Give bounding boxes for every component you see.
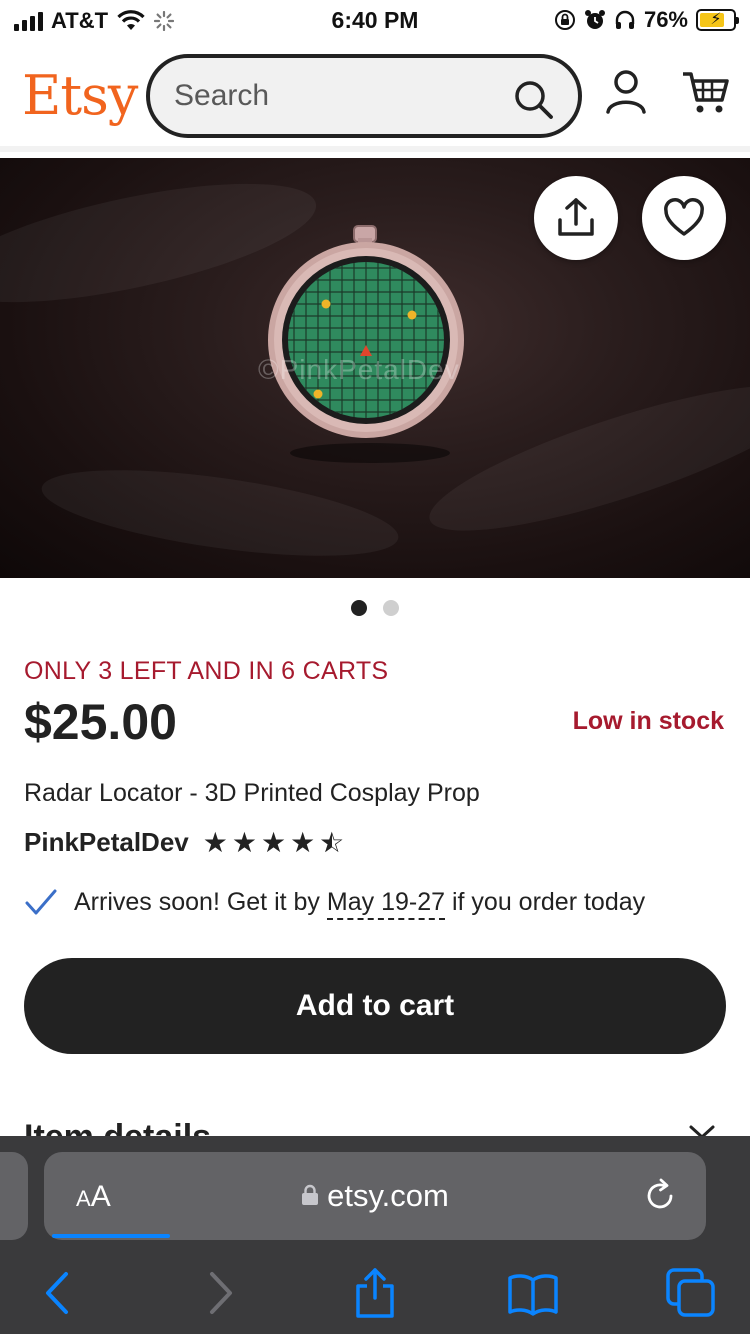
- low-stock-label: Low in stock: [572, 707, 724, 735]
- lock-icon: [302, 1184, 319, 1205]
- status-bar: AT&T 6:40 PM 76% ⚡: [0, 0, 750, 42]
- rating-stars[interactable]: ★★★★☆★: [203, 826, 345, 859]
- search-icon[interactable]: [512, 78, 556, 122]
- bookmarks-icon[interactable]: [506, 1266, 560, 1320]
- star-full-icon: ★: [260, 827, 287, 858]
- shop-row[interactable]: PinkPetalDev ★★★★☆★: [24, 826, 344, 859]
- cart-icon[interactable]: [680, 66, 732, 118]
- page-load-progress: [52, 1234, 170, 1238]
- delivery-suffix: if you order today: [451, 887, 646, 916]
- status-right: 76% ⚡: [554, 7, 739, 33]
- share-sheet-icon[interactable]: [348, 1266, 402, 1320]
- delivery-prefix: Arrives soon! Get it by: [74, 887, 320, 916]
- browser-nav-bar: [0, 1266, 750, 1322]
- search-input[interactable]: [174, 76, 494, 116]
- product-price: $25.00: [24, 694, 177, 750]
- headphones-icon: [615, 10, 635, 29]
- battery-icon: ⚡: [696, 9, 739, 31]
- app-header: Etsy: [0, 42, 750, 152]
- star-full-icon: ★: [231, 827, 257, 858]
- rotation-lock-icon: [554, 10, 575, 30]
- search-bar[interactable]: [146, 54, 582, 138]
- carousel-dot[interactable]: [383, 600, 399, 616]
- back-icon[interactable]: [32, 1266, 86, 1320]
- checkmark-icon: [25, 889, 57, 915]
- image-watermark: ©PinkPetalDev: [258, 354, 460, 385]
- add-to-cart-button[interactable]: Add to cart: [24, 958, 726, 1054]
- heart-icon: [664, 198, 704, 236]
- account-icon[interactable]: [600, 66, 652, 118]
- url-text: etsy.com: [327, 1178, 449, 1213]
- delivery-estimate: Arrives soon! Get it by May 19-27 if you…: [24, 887, 646, 920]
- reload-icon[interactable]: [640, 1176, 680, 1216]
- url-display[interactable]: etsy.com: [44, 1178, 706, 1214]
- stock-alert: ONLY 3 LEFT AND IN 6 CARTS: [24, 657, 389, 685]
- forward-icon[interactable]: [192, 1266, 246, 1320]
- star-full-icon: ★: [202, 827, 228, 858]
- charging-bolt-icon: ⚡: [710, 11, 722, 28]
- favorite-button[interactable]: [642, 176, 726, 260]
- etsy-logo[interactable]: Etsy: [22, 64, 138, 127]
- address-bar[interactable]: AA etsy.com: [44, 1152, 706, 1240]
- product-title: Radar Locator - 3D Printed Cosplay Prop: [24, 779, 480, 807]
- delivery-dates-link[interactable]: May 19-27: [326, 887, 446, 920]
- shop-name[interactable]: PinkPetalDev: [24, 827, 189, 858]
- alarm-icon: [584, 10, 605, 29]
- star-half-icon: ☆★: [319, 827, 345, 858]
- product-image[interactable]: ©PinkPetalDev: [0, 158, 750, 578]
- share-button[interactable]: [534, 176, 618, 260]
- battery-percent: 76%: [643, 7, 688, 32]
- star-full-icon: ★: [290, 827, 316, 858]
- previous-tab-preview[interactable]: [0, 1152, 28, 1240]
- share-icon: [558, 198, 594, 236]
- tabs-icon[interactable]: [664, 1266, 718, 1320]
- carousel-dot[interactable]: [351, 600, 367, 616]
- carousel-dots[interactable]: [0, 600, 750, 616]
